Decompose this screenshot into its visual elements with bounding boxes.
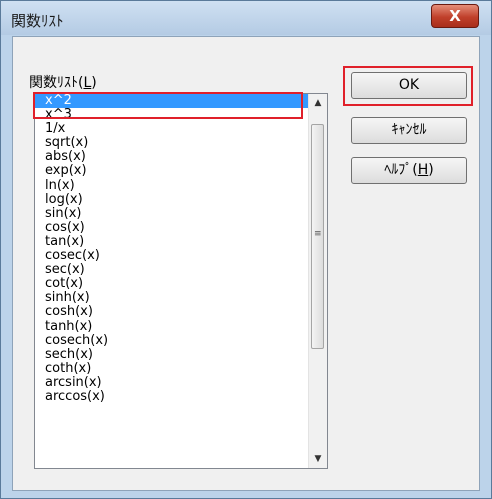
ok-button[interactable]: OK bbox=[351, 72, 467, 99]
scroll-grip-icon: ≡ bbox=[314, 229, 322, 239]
function-list-item[interactable]: tanh(x) bbox=[35, 319, 308, 334]
function-list-item[interactable]: abs(x) bbox=[35, 150, 308, 164]
scroll-up-arrow-icon[interactable]: ▲ bbox=[309, 94, 327, 112]
function-list-item[interactable]: coth(x) bbox=[35, 361, 308, 376]
title-bar[interactable]: 関数ﾘｽﾄ X bbox=[1, 1, 491, 35]
function-list-item[interactable]: cosec(x) bbox=[35, 248, 308, 263]
scroll-down-arrow-icon[interactable]: ▼ bbox=[309, 450, 327, 468]
close-icon: X bbox=[449, 7, 461, 25]
function-list-item[interactable]: tan(x) bbox=[35, 234, 308, 249]
function-list-item[interactable]: arcsin(x) bbox=[35, 375, 308, 390]
function-list-item[interactable]: 1/x bbox=[35, 122, 308, 136]
function-list-label-close: ) bbox=[91, 75, 97, 91]
function-listbox[interactable]: x^2 x^3 1/x sqrt(x) abs(x) exp(x) ln(x) log(x) s… bbox=[34, 93, 328, 469]
function-list-item[interactable]: x^2 bbox=[35, 94, 308, 109]
vertical-scrollbar[interactable]: ▲ ≡ ▼ bbox=[308, 94, 327, 468]
cancel-button[interactable]: ｷｬﾝｾﾙ bbox=[351, 117, 467, 144]
function-list-item[interactable]: cos(x) bbox=[35, 220, 308, 235]
function-list-item[interactable]: sec(x) bbox=[35, 263, 308, 277]
function-list-label: 関数ﾘｽﾄ(L) bbox=[29, 72, 97, 92]
scroll-thumb[interactable]: ≡ bbox=[311, 124, 324, 349]
help-button-label: ﾍﾙﾌﾟ( bbox=[384, 162, 418, 178]
function-list-item[interactable]: sech(x) bbox=[35, 347, 308, 362]
function-list-item[interactable]: ln(x) bbox=[35, 178, 308, 193]
function-list-item[interactable]: cosh(x) bbox=[35, 305, 308, 319]
function-list-item[interactable]: sinh(x) bbox=[35, 291, 308, 305]
window-title: 関数ﾘｽﾄ bbox=[11, 12, 64, 30]
close-button[interactable]: X bbox=[431, 4, 479, 28]
help-accelerator: H bbox=[417, 162, 429, 178]
help-button[interactable]: ﾍﾙﾌﾟ(H) bbox=[351, 157, 467, 184]
function-list-item[interactable]: x^3 bbox=[35, 108, 308, 122]
function-items: x^2 x^3 1/x sqrt(x) abs(x) exp(x) ln(x) log(x) s… bbox=[35, 94, 308, 404]
function-list-item[interactable]: cot(x) bbox=[35, 277, 308, 291]
function-list-item[interactable]: sin(x) bbox=[35, 206, 308, 221]
help-button-label-close: ) bbox=[428, 162, 434, 178]
function-list-item[interactable]: cosech(x) bbox=[35, 333, 308, 348]
function-list-item[interactable]: sqrt(x) bbox=[35, 136, 308, 150]
function-list-item[interactable]: exp(x) bbox=[35, 164, 308, 178]
function-list-item[interactable]: log(x) bbox=[35, 192, 308, 207]
function-list-item[interactable]: arccos(x) bbox=[35, 389, 308, 404]
function-list-label-text: 関数ﾘｽﾄ( bbox=[29, 75, 84, 91]
